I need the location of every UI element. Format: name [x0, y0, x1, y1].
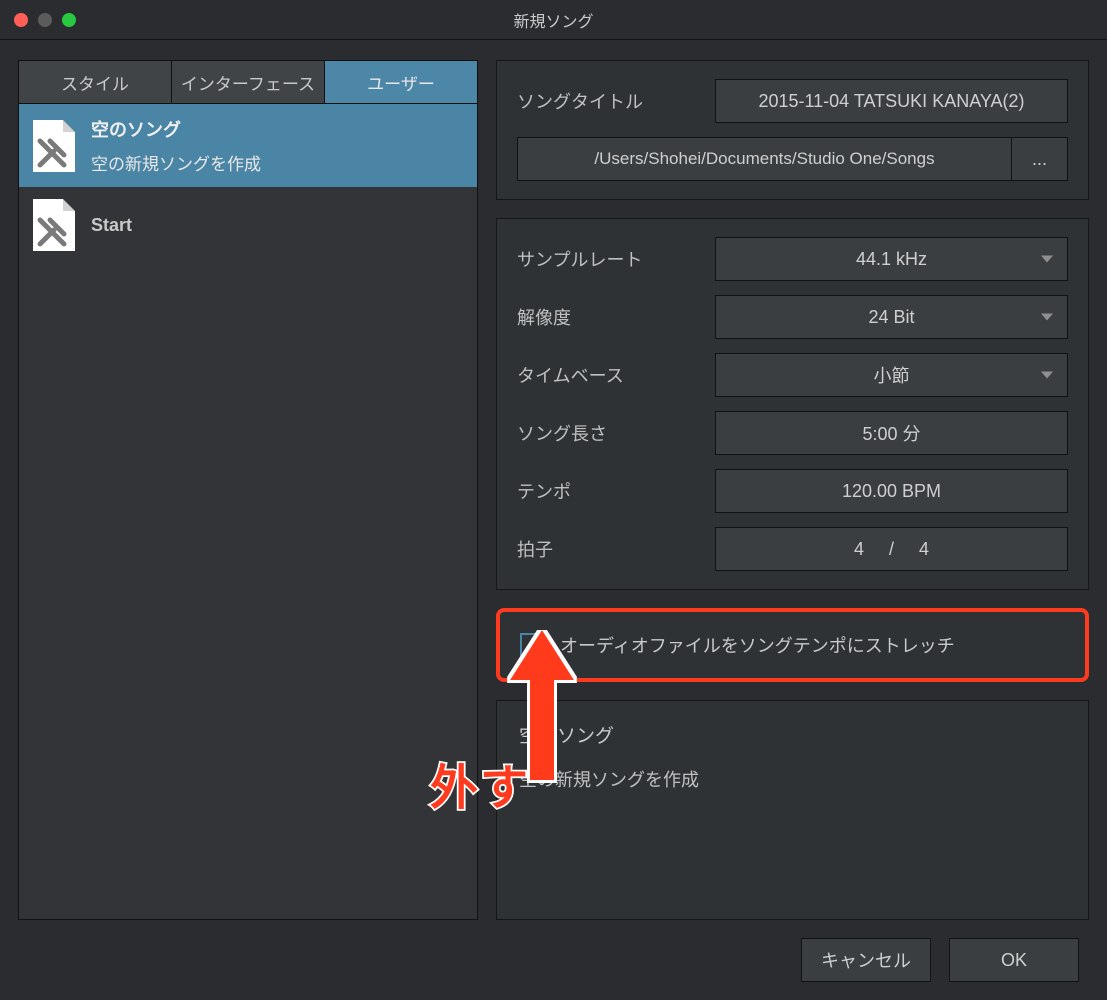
- time-sig-numerator[interactable]: 4: [849, 539, 869, 560]
- tab-style[interactable]: スタイル: [19, 61, 172, 103]
- time-sig-input[interactable]: 4 / 4: [715, 527, 1068, 571]
- template-list[interactable]: 空のソング 空の新規ソングを作成 Start: [18, 104, 478, 920]
- titlebar: 新規ソング: [0, 0, 1107, 40]
- template-start[interactable]: Start: [19, 187, 477, 263]
- maximize-icon[interactable]: [62, 13, 76, 27]
- song-length-input[interactable]: 5:00 分: [715, 411, 1068, 455]
- sample-rate-value: 44.1 kHz: [856, 249, 927, 270]
- chevron-down-icon: [1041, 256, 1053, 263]
- template-empty-song[interactable]: 空のソング 空の新規ソングを作成: [19, 104, 477, 187]
- template-text: Start: [91, 215, 132, 236]
- resolution-label: 解像度: [517, 304, 697, 330]
- sample-rate-select[interactable]: 44.1 kHz: [715, 237, 1068, 281]
- cancel-button[interactable]: キャンセル: [801, 938, 931, 982]
- template-text: 空のソング 空の新規ソングを作成: [91, 116, 261, 175]
- tab-user[interactable]: ユーザー: [325, 61, 477, 103]
- template-tabs: スタイル インターフェース ユーザー: [18, 60, 478, 104]
- song-length-label: ソング長さ: [517, 420, 697, 446]
- window-title: 新規ソング: [513, 8, 593, 32]
- time-sig-sep: /: [889, 539, 894, 560]
- chevron-down-icon: [1041, 314, 1053, 321]
- browse-button[interactable]: ...: [1012, 137, 1068, 181]
- song-title-label: ソングタイトル: [517, 88, 697, 114]
- stretch-checkbox[interactable]: [520, 633, 544, 657]
- resolution-select[interactable]: 24 Bit: [715, 295, 1068, 339]
- stretch-panel: オーディオファイルをソングテンポにストレッチ: [496, 608, 1089, 682]
- resolution-value: 24 Bit: [868, 307, 914, 328]
- template-file-icon: [33, 120, 75, 172]
- description-title: 空のソング: [519, 721, 1066, 748]
- tab-interface[interactable]: インターフェース: [172, 61, 325, 103]
- left-pane: スタイル インターフェース ユーザー 空のソング 空の新規ソングを作成: [18, 60, 478, 920]
- dialog-body: スタイル インターフェース ユーザー 空のソング 空の新規ソングを作成: [0, 40, 1107, 920]
- chevron-down-icon: [1041, 372, 1053, 379]
- template-desc: 空の新規ソングを作成: [91, 150, 261, 175]
- new-song-dialog: 新規ソング スタイル インターフェース ユーザー 空のソング 空の新規ソングを作…: [0, 0, 1107, 1000]
- stretch-label: オーディオファイルをソングテンポにストレッチ: [560, 632, 955, 658]
- song-title-input[interactable]: 2015-11-04 TATSUKI KANAYA(2): [715, 79, 1068, 123]
- minimize-icon: [38, 13, 52, 27]
- right-pane: ソングタイトル 2015-11-04 TATSUKI KANAYA(2) /Us…: [496, 60, 1089, 920]
- timebase-select[interactable]: 小節: [715, 353, 1068, 397]
- title-panel: ソングタイトル 2015-11-04 TATSUKI KANAYA(2) /Us…: [496, 60, 1089, 200]
- time-sig-label: 拍子: [517, 536, 697, 562]
- time-sig-denominator[interactable]: 4: [914, 539, 934, 560]
- sample-rate-label: サンプルレート: [517, 246, 697, 272]
- close-icon[interactable]: [14, 13, 28, 27]
- ok-button[interactable]: OK: [949, 938, 1079, 982]
- description-panel: 空のソング 空の新規ソングを作成: [496, 700, 1089, 920]
- template-title: 空のソング: [91, 116, 261, 142]
- timebase-label: タイムベース: [517, 362, 697, 388]
- tempo-input[interactable]: 120.00 BPM: [715, 469, 1068, 513]
- template-title: Start: [91, 215, 132, 236]
- tempo-label: テンポ: [517, 478, 697, 504]
- settings-panel: サンプルレート 44.1 kHz 解像度 24 Bit タイムベース: [496, 218, 1089, 590]
- description-body: 空の新規ソングを作成: [519, 766, 1066, 792]
- dialog-footer: キャンセル OK: [0, 920, 1107, 1000]
- window-controls: [0, 13, 76, 27]
- song-path-input[interactable]: /Users/Shohei/Documents/Studio One/Songs: [517, 137, 1012, 181]
- template-file-icon: [33, 199, 75, 251]
- timebase-value: 小節: [874, 362, 910, 388]
